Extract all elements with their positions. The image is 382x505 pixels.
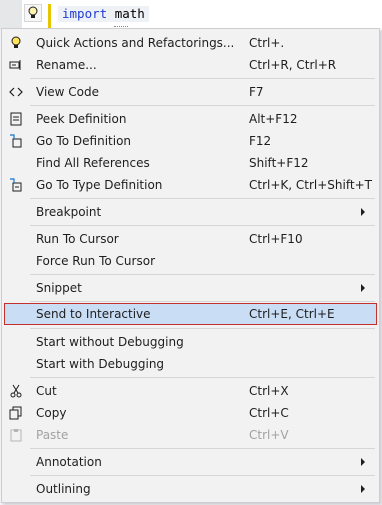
menu-item-start-with-debugging[interactable]: Start with Debugging [4,353,377,375]
menu-item-shortcut: Ctrl+F10 [249,232,303,246]
menu-item-shortcut: F7 [249,85,264,99]
paste-icon [9,428,23,442]
go-to-type-definition-icon [9,178,23,192]
submenu-arrow-icon [361,458,365,466]
code-editor[interactable]: import math [0,0,382,30]
menu-separator [30,198,375,199]
menu-item-label: Annotation [36,455,102,469]
menu-separator [30,225,375,226]
menu-separator [30,301,375,302]
copy-icon [9,406,23,420]
module-name: math [114,6,145,21]
menu-separator [30,78,375,79]
menu-item-label: Go To Type Definition [36,178,163,192]
change-marker [48,4,51,30]
editor-gutter [0,0,22,30]
menu-item-go-to-type-definition[interactable]: Go To Type Definition Ctrl+K, Ctrl+Shift… [4,174,377,196]
menu-item-start-without-debugging[interactable]: Start without Debugging [4,331,377,353]
menu-item-run-to-cursor[interactable]: Run To Cursor Ctrl+F10 [4,228,377,250]
menu-item-peek-definition[interactable]: Peek Definition Alt+F12 [4,108,377,130]
menu-item-copy[interactable]: Copy Ctrl+C [4,402,377,424]
code-line[interactable]: import math [58,6,149,22]
menu-item-shortcut: Ctrl+V [249,428,289,442]
menu-separator [30,448,375,449]
menu-item-label: Send to Interactive [36,307,151,321]
menu-item-send-to-interactive[interactable]: Send to Interactive Ctrl+E, Ctrl+E [4,303,377,325]
keyword-import: import [62,6,108,21]
menu-item-label: Peek Definition [36,112,127,126]
go-to-definition-icon [9,134,23,148]
menu-item-annotation[interactable]: Annotation [4,451,377,473]
submenu-arrow-icon [361,485,365,493]
menu-item-label: Cut [36,384,57,398]
menu-item-label: Snippet [36,281,82,295]
menu-separator [30,328,375,329]
menu-item-go-to-definition[interactable]: Go To Definition F12 [4,130,377,152]
rename-icon [9,58,23,72]
menu-item-label: Paste [36,428,69,442]
menu-separator [30,377,375,378]
lightbulb-icon[interactable] [24,4,42,22]
menu-item-label: Breakpoint [36,205,102,219]
menu-item-shortcut: Ctrl+K, Ctrl+Shift+T [249,178,372,192]
cut-icon [9,384,23,398]
menu-item-shortcut: Alt+F12 [249,112,298,126]
menu-item-shortcut: Ctrl+R, Ctrl+R [249,58,337,72]
menu-item-label: Copy [36,406,67,420]
menu-item-label: Run To Cursor [36,232,119,246]
menu-item-label: Quick Actions and Refactorings... [36,36,235,50]
menu-separator [30,274,375,275]
context-menu: Quick Actions and Refactorings... Ctrl+.… [1,28,380,503]
lightbulb-icon [9,36,23,50]
menu-item-label: View Code [36,85,100,99]
menu-item-shortcut: Shift+F12 [249,156,309,170]
menu-item-outlining[interactable]: Outlining [4,478,377,500]
submenu-arrow-icon [361,284,365,292]
peek-definition-icon [9,112,23,126]
menu-separator [30,105,375,106]
menu-item-label: Start without Debugging [36,335,184,349]
menu-item-view-code[interactable]: View Code F7 [4,81,377,103]
menu-item-label: Rename... [36,58,97,72]
menu-item-paste: Paste Ctrl+V [4,424,377,446]
menu-item-label: Force Run To Cursor [36,254,155,268]
menu-item-shortcut: Ctrl+. [249,36,285,50]
code-icon [9,85,23,99]
menu-item-label: Go To Definition [36,134,132,148]
menu-item-breakpoint[interactable]: Breakpoint [4,201,377,223]
submenu-arrow-icon [361,208,365,216]
menu-item-shortcut: Ctrl+C [249,406,289,420]
menu-item-snippet[interactable]: Snippet [4,277,377,299]
menu-item-cut[interactable]: Cut Ctrl+X [4,380,377,402]
menu-separator [30,475,375,476]
menu-item-shortcut: Ctrl+X [249,384,289,398]
menu-item-label: Outlining [36,482,91,496]
menu-item-shortcut: F12 [249,134,272,148]
menu-item-force-run-to-cursor[interactable]: Force Run To Cursor [4,250,377,272]
menu-item-rename[interactable]: Rename... Ctrl+R, Ctrl+R [4,54,377,76]
menu-item-label: Find All References [36,156,150,170]
menu-item-quick-actions[interactable]: Quick Actions and Refactorings... Ctrl+. [4,32,377,54]
menu-item-label: Start with Debugging [36,357,165,371]
menu-item-shortcut: Ctrl+E, Ctrl+E [249,307,335,321]
menu-item-find-all-references[interactable]: Find All References Shift+F12 [4,152,377,174]
